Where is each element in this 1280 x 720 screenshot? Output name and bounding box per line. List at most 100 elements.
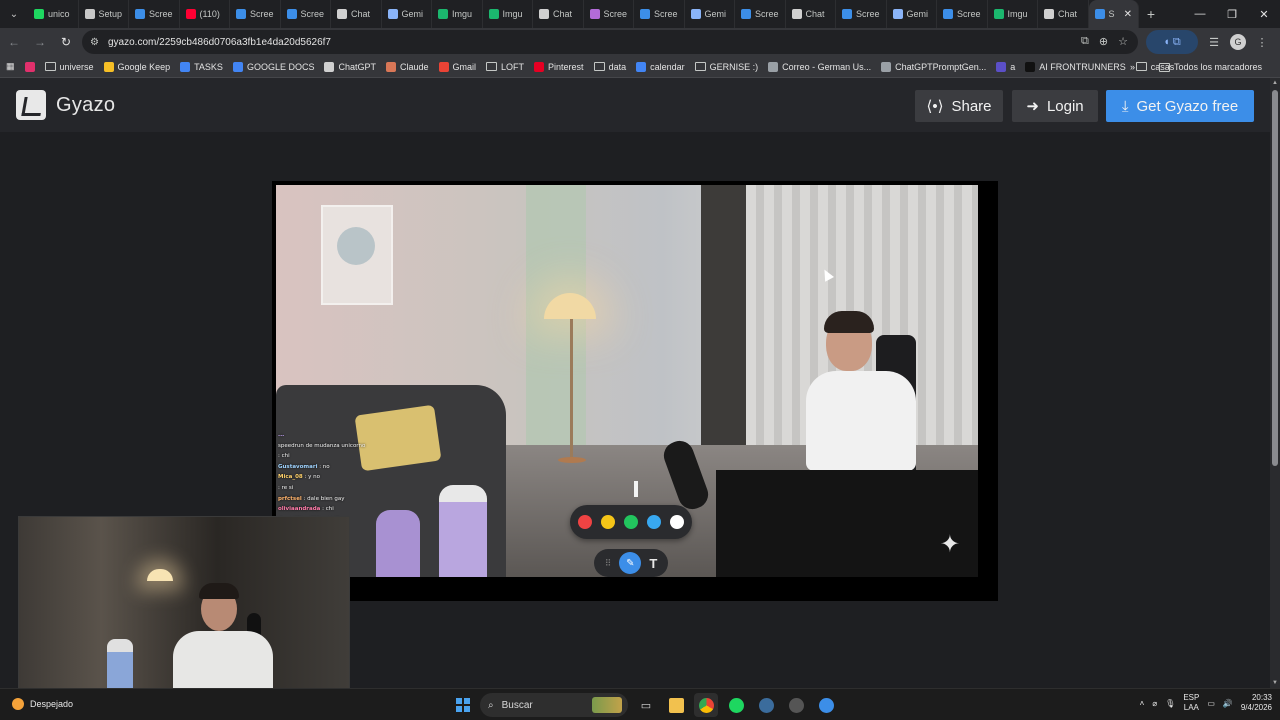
address-bar[interactable]: ⚙ gyazo.com/2259cb486d0706a3fb1e4da20d56…: [82, 30, 1138, 54]
all-bookmarks-folder[interactable]: Todos los marcadores: [1158, 62, 1262, 72]
browser-tab[interactable]: Scree: [281, 0, 331, 28]
text-tool-button[interactable]: T: [649, 556, 657, 571]
bookmark-item[interactable]: Claude: [385, 61, 429, 72]
color-swatch[interactable]: [647, 515, 661, 529]
scroll-down-icon[interactable]: ▼: [1272, 680, 1278, 686]
bookmark-label: data: [608, 61, 627, 72]
drag-handle-icon[interactable]: ⠿: [605, 558, 612, 569]
chat-message: Mica_08 : y no: [278, 472, 448, 483]
reading-list-icon[interactable]: ☰: [1202, 30, 1226, 54]
tab-search-icon[interactable]: ⌄: [0, 0, 28, 28]
close-tab-icon[interactable]: ✕: [1124, 9, 1132, 20]
minimize-icon[interactable]: —: [1184, 0, 1216, 28]
start-button[interactable]: [452, 694, 474, 716]
login-button[interactable]: ➜ Login: [1012, 90, 1098, 122]
color-swatch[interactable]: [670, 515, 684, 529]
chat-message: ...: [278, 430, 448, 441]
file-explorer-icon[interactable]: [664, 693, 688, 717]
scroll-up-icon[interactable]: ▲: [1272, 80, 1278, 86]
bookmark-item[interactable]: data: [593, 61, 627, 72]
gyazo-logo[interactable]: Gyazo: [16, 90, 115, 120]
url-text[interactable]: gyazo.com/2259cb486d0706a3fb1e4da20d5626…: [108, 37, 331, 48]
share-button[interactable]: ⟨•⟩ Share: [915, 90, 1003, 122]
scroll-thumb[interactable]: [1272, 90, 1278, 466]
more-bookmarks-icon[interactable]: »: [1130, 62, 1135, 72]
menu-icon[interactable]: ⋮: [1250, 30, 1274, 54]
microphone-icon[interactable]: 🎙: [1165, 699, 1175, 708]
task-view-icon[interactable]: ▭: [634, 693, 658, 717]
maximize-icon[interactable]: ❐: [1216, 0, 1248, 28]
browser-tab[interactable]: Chat: [533, 0, 584, 28]
bookmark-item[interactable]: AI FRONTRUNNERS: [1025, 61, 1126, 72]
tray-overflow-icon[interactable]: ˄: [1140, 699, 1145, 708]
bookmark-item[interactable]: a: [996, 61, 1015, 72]
browser-tab[interactable]: Scree: [584, 0, 634, 28]
weather-widget[interactable]: Despejado: [12, 698, 73, 710]
browser-tab[interactable]: Setup: [79, 0, 129, 28]
install-app-icon[interactable]: ⧉: [1081, 35, 1089, 48]
bookmark-item[interactable]: Pinterest: [534, 61, 584, 72]
browser-tab[interactable]: Chat: [1038, 0, 1089, 28]
bookmark-item[interactable]: TASKS: [180, 61, 223, 72]
bookmark-item[interactable]: ChatGPT: [324, 61, 376, 72]
browser-tab[interactable]: (110): [180, 0, 230, 28]
browser-tab[interactable]: Scree: [230, 0, 281, 28]
clock[interactable]: 20:33 9/4/2026: [1241, 693, 1272, 713]
browser-tab[interactable]: Gemi: [887, 0, 937, 28]
bookmark-item[interactable]: GOOGLE DOCS: [232, 61, 314, 72]
zoom-icon[interactable]: ⊕: [1099, 35, 1108, 48]
display-icon[interactable]: ▭: [1207, 699, 1215, 708]
chrome-icon[interactable]: [694, 693, 718, 717]
chat-text: : chi: [278, 453, 290, 460]
back-icon[interactable]: ←: [2, 30, 26, 54]
taskbar-search[interactable]: ⌕ Buscar: [480, 693, 628, 717]
bookmark-item[interactable]: Google Keep: [103, 61, 170, 72]
new-tab-button[interactable]: +: [1139, 0, 1163, 28]
browser-tab[interactable]: Chat: [786, 0, 836, 28]
bookmark-item[interactable]: Gmail: [438, 61, 476, 72]
bookmark-item[interactable]: calendar: [636, 61, 685, 72]
browser-tab[interactable]: Imgu: [483, 0, 533, 28]
browser-tab[interactable]: Scree: [129, 0, 180, 28]
bookmark-star-icon[interactable]: ☆: [1118, 35, 1128, 48]
spotify-icon[interactable]: [724, 693, 748, 717]
tab-favicon-icon: [286, 9, 297, 19]
bookmark-item[interactable]: Correo - German Us...: [768, 61, 871, 72]
bookmark-item[interactable]: universe: [44, 62, 94, 72]
reload-icon[interactable]: ↻: [54, 30, 78, 54]
browser-tab[interactable]: Scree: [634, 0, 685, 28]
screenshot-image[interactable]: ... speedrun de mudanza unicorno : chi Gu…: [276, 185, 978, 577]
bookmark-item[interactable]: LOFT: [486, 62, 524, 72]
get-gyazo-free-button[interactable]: ⤓ Get Gyazo free: [1106, 90, 1254, 122]
browser-tab[interactable]: Scree: [937, 0, 988, 28]
steam-icon[interactable]: [754, 693, 778, 717]
volume-icon[interactable]: 🔊: [1223, 699, 1233, 708]
page-scrollbar[interactable]: ▲ ▼: [1270, 78, 1280, 688]
browser-tab[interactable]: Imgu: [432, 0, 483, 28]
browser-tab[interactable]: unico: [28, 0, 79, 28]
pen-tool-icon[interactable]: ✎: [619, 552, 642, 574]
site-info-icon[interactable]: ⚙: [90, 37, 104, 48]
app-c-icon[interactable]: [814, 693, 838, 717]
color-swatch[interactable]: [578, 515, 592, 529]
language-indicator[interactable]: ESP LAA: [1183, 693, 1199, 713]
extensions-pill[interactable]: ◖ ⧉: [1146, 30, 1198, 54]
bookmark-item[interactable]: GERNISE :): [694, 62, 758, 72]
browser-tab[interactable]: Scree: [735, 0, 786, 28]
obs-icon[interactable]: [784, 693, 808, 717]
browser-tab[interactable]: Scree: [836, 0, 887, 28]
forward-icon[interactable]: →: [28, 30, 52, 54]
profile-avatar[interactable]: G: [1230, 34, 1246, 50]
browser-tab[interactable]: Imgu: [988, 0, 1038, 28]
instagram-icon[interactable]: [24, 61, 35, 72]
color-swatch[interactable]: [624, 515, 638, 529]
color-swatch[interactable]: [601, 515, 615, 529]
browser-tab[interactable]: Chat: [331, 0, 382, 28]
network-off-icon[interactable]: ⌀: [1152, 699, 1157, 708]
browser-tab[interactable]: S ✕: [1088, 0, 1139, 28]
browser-tab[interactable]: Gemi: [685, 0, 735, 28]
bookmark-item[interactable]: ChatGPTPromptGen...: [881, 61, 986, 72]
apps-icon[interactable]: ▦: [6, 61, 15, 72]
browser-tab[interactable]: Gemi: [382, 0, 432, 28]
close-window-icon[interactable]: ✕: [1248, 0, 1280, 28]
